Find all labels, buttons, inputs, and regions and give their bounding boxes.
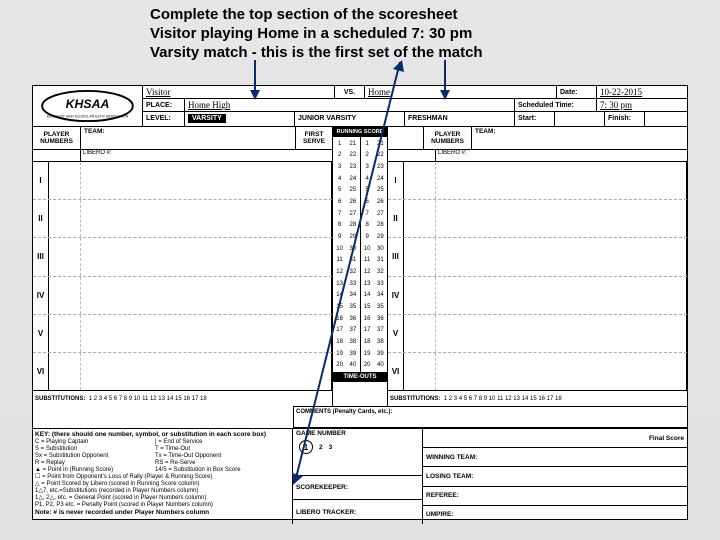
varsity-chip: VARSITY — [188, 114, 226, 123]
serve-row: II — [33, 200, 332, 238]
final-score-label: Final Score — [423, 429, 687, 448]
serve-rows-left: IIIIIIIVVVI — [33, 161, 332, 390]
game-num-3: 3 — [329, 444, 333, 451]
svg-text:KENTUCKY HIGH SCHOOL ATHLETIC: KENTUCKY HIGH SCHOOL ATHLETIC ASSOCIATIO… — [47, 114, 129, 118]
instruction-line2: Visitor playing Home in a scheduled 7: 3… — [150, 24, 570, 43]
start-label: Start: — [518, 115, 536, 122]
subs-label-l: SUBSTITUTIONS: — [35, 396, 85, 402]
home-value: Home — [368, 87, 390, 97]
khsaa-logo: KHSAA KENTUCKY HIGH SCHOOL ATHLETIC ASSOC… — [33, 86, 143, 126]
vs-label: VS. — [344, 89, 355, 96]
game-number-circles: 123 — [296, 437, 335, 457]
serve-row: I — [388, 162, 687, 200]
referee-label: REFEREE: — [423, 487, 687, 506]
game-num-2: 2 — [319, 444, 323, 451]
comments-label: COMMENTS (Penalty Cards, etc.): — [293, 406, 687, 428]
left-side: PLAYER NUMBERS TEAM: FIRST SERVE LIBERO … — [33, 127, 332, 406]
bottom-section: KEY: (there should one number, symbol, o… — [33, 428, 687, 524]
umpire-label: UMPIRE: — [423, 506, 687, 524]
right-side: PLAYER NUMBERS TEAM: LIBERO #: IIIIIIIVV… — [388, 127, 687, 406]
serve-rows-right: IIIIIIIVVVI — [388, 161, 687, 390]
serve-row: II — [388, 200, 687, 238]
serve-row: I — [33, 162, 332, 200]
serve-row: VI — [33, 353, 332, 390]
serve-row: IV — [388, 277, 687, 315]
key-legend: KEY: (there should one number, symbol, o… — [33, 429, 293, 524]
losing-team-label: LOSING TEAM: — [423, 467, 687, 486]
scoresheet-form: KHSAA KENTUCKY HIGH SCHOOL ATHLETIC ASSOC… — [32, 85, 688, 520]
sched-label: Scheduled Time: — [518, 102, 574, 109]
libero-tracker-label: LIBERO TRACKER: — [293, 500, 422, 524]
main-grid: PLAYER NUMBERS TEAM: FIRST SERVE LIBERO … — [33, 126, 687, 406]
first-serve-label-l: FIRST SERVE — [296, 127, 332, 149]
finish-label: Finish: — [608, 115, 631, 122]
game-num-1: 1 — [299, 440, 313, 454]
running-score-grid: 1234567891011121314151617181920212223242… — [333, 137, 387, 372]
bottom-right: Final Score WINNING TEAM: LOSING TEAM: R… — [423, 429, 687, 524]
serve-row: IV — [33, 277, 332, 315]
fresh-label: FRESHMAN — [408, 115, 448, 122]
visitor-value: Visitor — [146, 87, 170, 97]
instruction-text: Complete the top section of the scoreshe… — [150, 5, 570, 62]
bottom-mid: GAME NUMBER 123 SCOREKEEPER: LIBERO TRAC… — [293, 429, 423, 524]
serve-row: V — [388, 315, 687, 353]
timeouts-label: TIME-OUTS — [333, 372, 387, 382]
center-col: RUNNING SCORE 12345678910111213141516171… — [332, 127, 388, 406]
jv-label: JUNIOR VARSITY — [298, 115, 356, 122]
player-numbers-label-r: PLAYER NUMBERS — [424, 127, 472, 149]
subs-nums-l: 1 2 3 4 5 6 7 8 9 10 11 12 13 14 15 16 1… — [89, 396, 207, 402]
time-value: 7: 30 pm — [600, 100, 632, 110]
svg-text:KHSAA: KHSAA — [66, 97, 110, 111]
serve-row: III — [388, 238, 687, 276]
serve-row: III — [33, 238, 332, 276]
place-value: Home High — [188, 100, 230, 110]
player-numbers-label-l: PLAYER NUMBERS — [33, 127, 81, 149]
subs-nums-r: 1 2 3 4 5 6 7 8 9 10 11 12 13 14 15 16 1… — [444, 396, 562, 402]
instruction-line3: Varsity match - this is the first set of… — [150, 43, 570, 62]
team-label-r: TEAM: — [472, 127, 687, 149]
libero-label-r: LIBERO #: — [436, 150, 687, 161]
scorekeeper-label: SCOREKEEPER: — [293, 476, 422, 501]
winning-team-label: WINNING TEAM: — [423, 448, 687, 467]
subs-label-r: SUBSTITUTIONS: — [390, 396, 440, 402]
game-number-label: GAME NUMBER — [296, 430, 346, 437]
level-label: LEVEL: — [146, 115, 171, 122]
serve-row: V — [33, 315, 332, 353]
date-label: Date: — [560, 89, 578, 96]
header: KHSAA KENTUCKY HIGH SCHOOL ATHLETIC ASSOC… — [33, 86, 687, 126]
team-label-l: TEAM: — [81, 127, 296, 149]
date-value: 10-22-2015 — [600, 87, 642, 97]
header-fields: Visitor VS. Home Date: 10-22-2015 PLACE:… — [143, 86, 687, 126]
serve-row: VI — [388, 353, 687, 390]
first-serve-label-r — [388, 127, 424, 149]
libero-label-l: LIBERO #: — [81, 150, 332, 161]
key-title: KEY: (there should one number, symbol, o… — [35, 431, 266, 438]
place-label: PLACE: — [146, 102, 172, 109]
instruction-line1: Complete the top section of the scoreshe… — [150, 5, 570, 24]
running-score-label: RUNNING SCORE — [333, 127, 387, 137]
